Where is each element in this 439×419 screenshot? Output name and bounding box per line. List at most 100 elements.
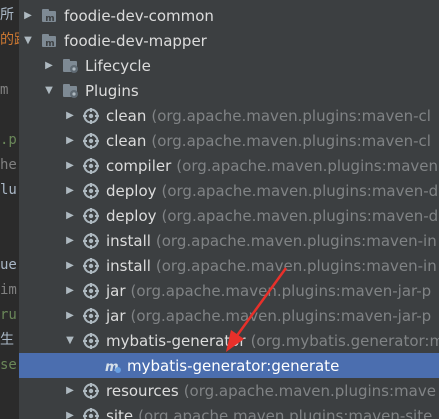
- gutter-code-fragment: he: [0, 157, 17, 173]
- expand-arrow-icon[interactable]: ▶: [65, 403, 75, 419]
- gutter-code-fragment: im: [0, 282, 17, 298]
- expand-arrow-icon[interactable]: ▶: [65, 228, 75, 253]
- gutter-code-fragment: 生: [0, 332, 14, 348]
- gutter-code-fragment: ru: [0, 307, 17, 323]
- plugin-icon: [83, 282, 101, 299]
- tree-row-label: foodie-dev-mapper: [64, 31, 207, 50]
- tree-row[interactable]: ▶ clean (org.apache.maven.plugins:maven-cl: [19, 128, 439, 153]
- tree-row-label: mybatis-generator:generate: [127, 356, 340, 375]
- lifecycle-folder-icon: [62, 58, 80, 74]
- tree-row-coordinates: (org.apache.maven.plugins:maven-d: [161, 181, 439, 200]
- gutter-code-fragment: [0, 378, 19, 403]
- tree-row-coordinates: (org.apache.maven.plugins:maven-site: [138, 406, 433, 419]
- tree-row[interactable]: ▼ mybatis-generator (org.mybatis.generator…: [19, 328, 439, 353]
- svg-text:m: m: [45, 39, 54, 49]
- plugin-icon: [83, 307, 101, 324]
- tree-row[interactable]: ▼ Plugins: [19, 78, 439, 103]
- plugin-icon: [83, 157, 101, 174]
- tree-row-coordinates: (org.apache.maven.plugins:maven-jar-p: [130, 281, 432, 300]
- maven-module-icon: m: [41, 33, 59, 49]
- expand-arrow-icon[interactable]: ▶: [65, 178, 75, 203]
- plugin-icon: [83, 407, 101, 419]
- tree-row-label: jar: [106, 281, 126, 300]
- gutter-code-fragment: [0, 103, 19, 128]
- tree-row-coordinates: (org.apache.maven.plugins:maven-d: [161, 206, 439, 225]
- expand-arrow-icon[interactable]: ▶: [65, 303, 75, 328]
- tree-row[interactable]: ▶ resources (org.apache.maven.plugins:mave: [19, 378, 439, 403]
- tree-row-label: foodie-dev-common: [64, 6, 214, 25]
- expand-arrow-icon[interactable]: ▶: [65, 278, 75, 303]
- gutter-code-fragment: [0, 203, 19, 228]
- gutter-code-fragment: [0, 228, 19, 253]
- tree-row-label: compiler: [106, 156, 172, 175]
- tree-row-coordinates: (org.apache.maven.plugins:maven-cl: [151, 131, 431, 150]
- gutter-code-fragment: [0, 403, 19, 419]
- tree-row[interactable]: ▶ compiler (org.apache.maven.plugins:maven: [19, 153, 439, 178]
- plugin-icon: [83, 382, 101, 399]
- tree-row-label: install: [106, 256, 151, 275]
- tree-row-coordinates: (org.apache.maven.plugins:mave: [183, 381, 436, 400]
- tree-row[interactable]: m mybatis-generator:generate: [19, 353, 439, 378]
- tree-row[interactable]: ▶ install (org.apache.maven.plugins:maven-…: [19, 253, 439, 278]
- expand-arrow-icon[interactable]: ▶: [65, 153, 75, 178]
- tree-row[interactable]: ▼ m foodie-dev-mapper: [19, 28, 439, 53]
- tree-row[interactable]: ▶ deploy (org.apache.maven.plugins:maven-d: [19, 178, 439, 203]
- tree-row-label: deploy: [106, 206, 157, 225]
- gutter-code-fragment: se: [0, 357, 17, 373]
- tree-row-label: jar: [106, 306, 126, 325]
- gutter-code-fragment: m: [0, 82, 9, 98]
- plugin-icon: [83, 257, 101, 274]
- tree-row-label: clean: [106, 106, 147, 125]
- tree-row-label: clean: [106, 131, 147, 150]
- tree-row-coordinates: (org.apache.maven.plugins:maven-jar-p: [130, 306, 432, 325]
- tree-row-coordinates: (org.apache.maven.plugins:maven-in: [155, 256, 437, 275]
- tree-row[interactable]: ▶ m foodie-dev-common: [19, 3, 439, 28]
- gutter-code-fragment: .p: [0, 132, 17, 148]
- maven-module-icon: m: [41, 8, 59, 24]
- tree-row[interactable]: ▶ clean (org.apache.maven.plugins:maven-cl: [19, 103, 439, 128]
- tree-row[interactable]: ▶ jar (org.apache.maven.plugins:maven-jar-…: [19, 278, 439, 303]
- tree-row-label: site: [106, 406, 134, 419]
- expand-arrow-icon[interactable]: ▶: [23, 3, 33, 28]
- tree-row[interactable]: ▶ deploy (org.apache.maven.plugins:maven-d: [19, 203, 439, 228]
- tree-row[interactable]: ▶ jar (org.apache.maven.plugins:maven-jar-…: [19, 303, 439, 328]
- plugin-icon: [83, 182, 101, 199]
- tree-row[interactable]: ▶ Lifecycle: [19, 53, 439, 78]
- tree-row-label: install: [106, 231, 151, 250]
- tree-row-coordinates: (org.mybatis.generator:my: [250, 331, 439, 350]
- editor-gutter: 所的路 m .p he lu ue im ru 生 se: [0, 0, 19, 419]
- gutter-code-fragment: 所: [0, 7, 14, 23]
- plugin-icon: [83, 232, 101, 249]
- tree-row[interactable]: ▶ site (org.apache.maven.plugins:maven-sit…: [19, 403, 439, 419]
- expand-arrow-icon[interactable]: ▶: [65, 203, 75, 228]
- collapse-arrow-icon[interactable]: ▼: [44, 78, 54, 103]
- expand-arrow-icon[interactable]: ▶: [65, 378, 75, 403]
- tree-row-label: deploy: [106, 181, 157, 200]
- expand-arrow-icon[interactable]: ▶: [65, 253, 75, 278]
- expand-arrow-icon[interactable]: ▶: [44, 53, 54, 78]
- tree-row-label: mybatis-generator: [106, 331, 246, 350]
- tree-row[interactable]: ▶ install (org.apache.maven.plugins:maven-…: [19, 228, 439, 253]
- gutter-code-fragment: [0, 53, 19, 78]
- plugin-icon: [83, 332, 101, 349]
- tree-row-label: Plugins: [85, 81, 139, 100]
- collapse-arrow-icon[interactable]: ▼: [23, 28, 33, 53]
- gutter-code-fragment: lu: [0, 182, 17, 198]
- tree-row-coordinates: (org.apache.maven.plugins:maven-in: [155, 231, 437, 250]
- svg-text:m: m: [45, 14, 54, 24]
- plugin-icon: [83, 207, 101, 224]
- expand-arrow-icon[interactable]: ▶: [65, 103, 75, 128]
- plugins-folder-icon: [62, 83, 80, 99]
- maven-project-tree[interactable]: ▶ m foodie-dev-common ▼ m foodie-dev-mapper ▶ L…: [19, 0, 439, 419]
- tree-row-coordinates: (org.apache.maven.plugins:maven-cl: [151, 106, 431, 125]
- expand-arrow-icon[interactable]: ▶: [65, 128, 75, 153]
- gutter-code-fragment: 的路: [0, 32, 19, 48]
- goal-icon: m: [104, 358, 122, 374]
- tree-row-label: resources: [106, 381, 179, 400]
- gutter-code-fragment: ue: [0, 257, 17, 273]
- tree-row-label: Lifecycle: [85, 56, 151, 75]
- tree-row-coordinates: (org.apache.maven.plugins:maven: [176, 156, 439, 175]
- plugin-icon: [83, 132, 101, 149]
- collapse-arrow-icon[interactable]: ▼: [65, 328, 75, 353]
